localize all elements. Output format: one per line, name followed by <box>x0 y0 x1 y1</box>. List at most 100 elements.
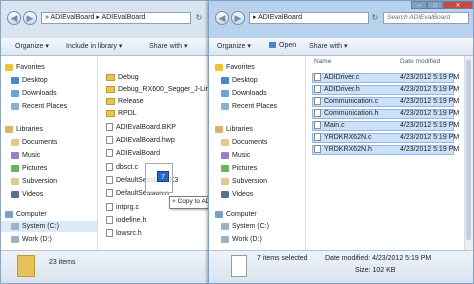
nav-label: Work (D:) <box>22 236 52 243</box>
nav-system-drive[interactable]: System (C:) <box>1 221 97 232</box>
nav-label: Downloads <box>232 90 267 97</box>
folder-icon <box>17 255 35 277</box>
forward-button[interactable]: ▶ <box>231 11 245 25</box>
organize-button[interactable]: Organize ▾ <box>217 42 251 50</box>
drive-icon <box>11 235 19 243</box>
list-item[interactable]: RPDL <box>106 108 137 119</box>
column-header-date[interactable]: Date modified <box>400 56 440 67</box>
folder-icon <box>106 97 115 105</box>
nav-music[interactable]: Music <box>221 150 250 161</box>
minimize-button[interactable]: – <box>411 1 427 9</box>
nav-videos[interactable]: Videos <box>11 189 43 200</box>
maximize-button[interactable]: □ <box>427 1 443 9</box>
nav-pictures[interactable]: Pictures <box>221 163 257 174</box>
nav-system-drive[interactable]: System (C:) <box>221 221 269 232</box>
list-item[interactable]: intprg.c <box>106 202 139 213</box>
file-name: Communication.c <box>324 98 379 105</box>
list-item[interactable]: lowsrc.h <box>106 228 142 239</box>
nav-downloads[interactable]: Downloads <box>11 88 57 99</box>
share-with-button[interactable]: Share with ▾ <box>309 42 348 50</box>
right-address-bar[interactable]: ▸ ADIEvalBoard <box>249 12 369 24</box>
file-name: ADIEvalBoard.hwp <box>116 137 175 144</box>
nav-documents[interactable]: Documents <box>221 137 267 148</box>
nav-subversion[interactable]: Subversion <box>221 176 267 187</box>
refresh-icon[interactable]: ↻ <box>370 12 380 24</box>
table-row[interactable]: Main.c <box>314 120 345 131</box>
nav-subversion[interactable]: Subversion <box>11 176 57 187</box>
nav-downloads[interactable]: Downloads <box>221 88 267 99</box>
nav-desktop[interactable]: Desktop <box>11 75 48 86</box>
breadcrumb-item[interactable]: ADIEvalBoard <box>50 14 94 21</box>
file-icon <box>106 176 113 185</box>
table-row[interactable]: YRDKRX62N.c <box>314 132 371 143</box>
nav-videos[interactable]: Videos <box>221 189 253 200</box>
star-icon <box>5 63 13 71</box>
nav-libraries[interactable]: Libraries <box>215 124 253 135</box>
nav-pictures[interactable]: Pictures <box>11 163 47 174</box>
include-in-library-button[interactable]: Include in library ▾ <box>66 42 122 50</box>
left-toolbar: Organize ▾ Include in library ▾ Share wi… <box>1 38 215 56</box>
file-icon <box>106 149 113 158</box>
nav-work-drive[interactable]: Work (D:) <box>11 234 52 245</box>
star-icon <box>215 63 223 71</box>
forward-button[interactable]: ▶ <box>23 11 37 25</box>
nav-computer[interactable]: Computer <box>215 209 257 220</box>
list-item[interactable]: ADIEvalBoard <box>106 148 160 159</box>
back-button[interactable]: ◀ <box>7 11 21 25</box>
nav-computer[interactable]: Computer <box>5 209 47 220</box>
list-item[interactable]: ADIEvalBoard.hwp <box>106 135 175 146</box>
videos-icon <box>11 190 19 198</box>
file-icon <box>106 136 113 145</box>
list-item[interactable]: ADIEvalBoard.BKP <box>106 122 176 133</box>
library-icon <box>5 125 13 133</box>
nav-recent-places[interactable]: Recent Places <box>221 101 277 112</box>
file-icon <box>314 121 321 130</box>
nav-label: Libraries <box>226 126 253 133</box>
list-item[interactable]: Debug <box>106 72 139 83</box>
document-icon <box>231 255 247 277</box>
table-row[interactable]: YRDKRX62N.h <box>314 144 372 155</box>
nav-label: System (C:) <box>232 223 269 230</box>
nav-label: Documents <box>22 139 58 146</box>
documents-icon <box>11 138 19 146</box>
nav-libraries[interactable]: Libraries <box>5 124 43 135</box>
share-with-button[interactable]: Share with ▾ <box>149 42 188 50</box>
nav-documents[interactable]: Documents <box>11 137 57 148</box>
right-toolbar: Organize ▾ Open Share with ▾ <box>209 38 473 56</box>
back-button[interactable]: ◀ <box>215 11 229 25</box>
refresh-icon[interactable]: ↻ <box>194 12 204 24</box>
file-icon <box>106 123 113 132</box>
nav-favorites[interactable]: Favorites <box>215 62 255 73</box>
selected-date: Date modified: 4/23/2012 5:19 PM <box>325 255 432 262</box>
scrollbar-thumb[interactable] <box>466 60 471 240</box>
search-input[interactable]: Search ADIEvalBoard <box>383 12 469 24</box>
open-button[interactable]: Open <box>269 42 296 49</box>
column-header-name[interactable]: Name <box>314 56 331 67</box>
list-item[interactable]: dbsct.c <box>106 162 138 173</box>
nav-label: Recent Places <box>232 103 278 110</box>
recent-places-icon <box>221 102 229 110</box>
nav-music[interactable]: Music <box>11 150 40 161</box>
breadcrumb-item[interactable]: ADIEvalBoard <box>101 14 145 21</box>
table-row[interactable]: ADIDriver.c <box>314 72 359 83</box>
list-item[interactable]: iodefine.h <box>106 215 146 226</box>
drive-icon <box>11 222 19 230</box>
selected-size: Size: 102 KB <box>355 267 396 274</box>
organize-button[interactable]: Organize ▾ <box>15 42 49 50</box>
videos-icon <box>221 190 229 198</box>
list-item[interactable]: Release <box>106 96 144 107</box>
left-address-bar[interactable]: » ADIEvalBoard ▸ ADIEvalBoard <box>41 12 191 24</box>
table-row[interactable]: Communication.c <box>314 96 378 107</box>
nav-label: Pictures <box>232 165 258 172</box>
vertical-scrollbar[interactable] <box>464 56 473 251</box>
list-item[interactable]: Debug_RX600_Segger_J-Link <box>106 84 213 95</box>
close-button[interactable]: ✕ <box>443 1 473 9</box>
nav-label: Favorites <box>226 64 255 71</box>
breadcrumb-item[interactable]: ADIEvalBoard <box>258 14 302 21</box>
nav-recent-places[interactable]: Recent Places <box>11 101 67 112</box>
nav-work-drive[interactable]: Work (D:) <box>221 234 262 245</box>
nav-favorites[interactable]: Favorites <box>5 62 45 73</box>
nav-desktop[interactable]: Desktop <box>221 75 258 86</box>
table-row[interactable]: Communication.h <box>314 108 378 119</box>
table-row[interactable]: ADIDriver.h <box>314 84 360 95</box>
